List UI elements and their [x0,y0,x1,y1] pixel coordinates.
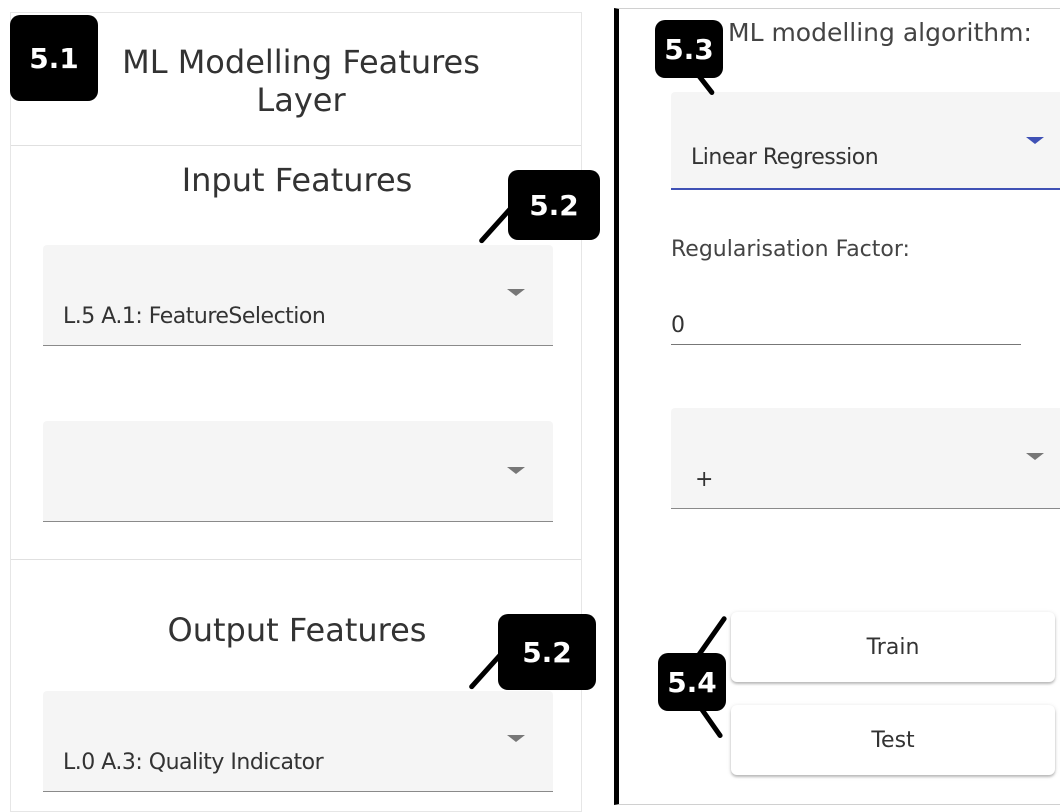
input-feature-select-1[interactable]: L.5 A.1: FeatureSelection [43,245,553,346]
operator-select[interactable]: + [671,408,1060,509]
output-feature-select-1-value: L.0 A.3: Quality Indicator [63,750,324,775]
algorithm-label: ML modelling algorithm: [728,18,1032,47]
annotation-badge-5-3: 5.3 [655,20,723,78]
test-button[interactable]: Test [731,705,1055,775]
section-divider [11,559,581,560]
layer-title: ML Modelling Features Layer [122,43,480,119]
annotation-badge-5-4: 5.4 [658,653,726,711]
title-divider [11,145,581,146]
annotation-badge-5-1: 5.1 [10,15,98,101]
annotation-badge-5-2: 5.2 [498,614,596,690]
dropdown-arrow-icon [1026,137,1044,144]
dropdown-arrow-icon [507,289,525,296]
input-feature-select-1-value: L.5 A.1: FeatureSelection [63,304,326,329]
dropdown-arrow-icon [507,467,525,474]
algorithm-select-value: Linear Regression [691,145,879,170]
train-button[interactable]: Train [731,612,1055,682]
annotation-badge-5-2: 5.2 [508,170,600,240]
dropdown-arrow-icon [1026,453,1044,460]
input-features-heading: Input Features [181,161,413,199]
output-feature-select-1[interactable]: L.0 A.3: Quality Indicator [43,691,553,792]
regularisation-label: Regularisation Factor: [671,237,910,262]
features-layer-panel: ML Modelling Features Layer Input Featur… [10,12,582,812]
regularisation-input[interactable] [671,306,1021,345]
algorithm-select[interactable]: Linear Regression [671,92,1060,190]
input-feature-select-2[interactable] [43,421,553,522]
operator-select-value: + [695,467,713,492]
dropdown-arrow-icon [507,735,525,742]
